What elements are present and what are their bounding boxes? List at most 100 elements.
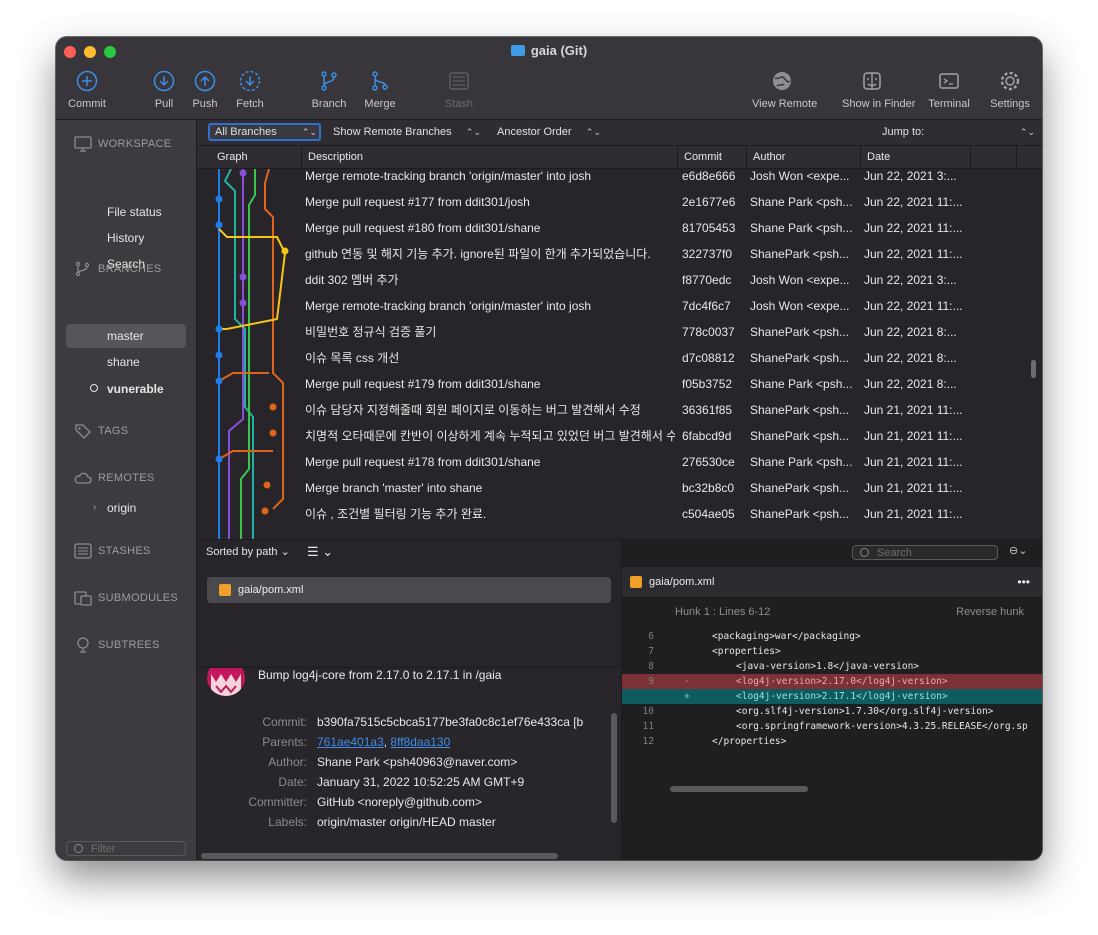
commit-node (239, 299, 247, 307)
commit-row[interactable]: 이슈 담당자 지정해줄때 회원 페이지로 이동하는 버그 발견해서 수정 3636… (197, 397, 1017, 423)
commit-row[interactable]: Merge pull request #178 from ddit301/sha… (197, 449, 1017, 475)
commit-row[interactable]: 치명적 오타때문에 칸반이 이상하게 계속 누적되고 있었던 버그 발견해서 수… (197, 423, 1017, 449)
merge-button[interactable]: Merge (350, 70, 410, 110)
diff-line[interactable]: 11 <org.springframework-version>4.3.25.RE… (622, 719, 1042, 734)
select-arrow-icon: ⌃⌄ (1019, 127, 1035, 137)
commit-author: Shane Park <psh... (750, 377, 853, 391)
commit-description: 이슈 , 조건별 필터링 기능 추가 완료. (305, 507, 487, 521)
commit-details-hscrollbar[interactable] (201, 853, 558, 859)
diff-line[interactable]: 10 <org.slf4j-version>1.7.30</org.slf4j-v… (622, 704, 1042, 719)
fetch-button[interactable]: Fetch (220, 70, 280, 110)
show-in-finder-button[interactable]: Show in Finder (842, 70, 915, 110)
commit-author: ShanePark <psh... (750, 429, 850, 443)
folder-icon (510, 45, 525, 56)
submodule-icon (74, 591, 92, 606)
subtrees-label: SUBTREES (98, 638, 160, 651)
commit-row[interactable]: 비밀번호 정규식 검증 풀기 778c0037 ShanePark <psh... J… (197, 319, 1017, 345)
diff-line[interactable]: 12 </properties> (622, 734, 1042, 749)
commit-button[interactable]: Commit (57, 70, 117, 110)
commit-author: Josh Won <expe... (750, 273, 850, 287)
line-number: 7 (648, 646, 654, 657)
author-label: Author: (268, 755, 307, 769)
commit-date: Jun 22, 2021 3:... (864, 169, 957, 183)
list-view-icon[interactable]: ☰ ⌄ (307, 540, 333, 564)
commit-node (215, 455, 223, 463)
sidebar-filter-input[interactable]: Filter (66, 841, 186, 856)
commit-node (281, 247, 289, 255)
sidebar-item-shane[interactable]: shane (66, 350, 186, 374)
commit-description: ddit 302 멤버 추가 (305, 273, 399, 287)
commit-row[interactable]: Merge branch 'master' into shane bc32b8c0… (197, 475, 1017, 501)
sidebar-item-master[interactable]: master (66, 324, 186, 348)
commit-graph (215, 169, 289, 539)
sidebar-item-history[interactable]: History (66, 226, 186, 250)
commit-row[interactable]: Merge pull request #180 from ddit301/sha… (197, 215, 1017, 241)
column-extra-2[interactable] (1016, 146, 1042, 168)
sidebar-section-workspace[interactable]: WORKSPACE (74, 136, 171, 152)
commit-details-vscrollbar[interactable] (611, 713, 617, 823)
parent-link-1[interactable]: 761ae401a3 (317, 735, 384, 749)
view-remote-label: View Remote (752, 98, 818, 110)
commit-row[interactable]: 이슈 , 조건별 필터링 기능 추가 완료. c504ae05 ShanePark … (197, 501, 1017, 527)
diff-search-input[interactable]: Search (852, 545, 998, 560)
diff-line[interactable]: 9 - <log4j-version>2.17.0</log4j-version> (622, 674, 1042, 689)
commit-description: 이슈 담당자 지정해줄때 회원 페이지로 이동하는 버그 발견해서 수정 (305, 403, 641, 417)
commit-row[interactable]: Merge pull request #177 from ddit301/jos… (197, 189, 1017, 215)
order-select[interactable]: Ancestor Order ⌃⌄ (492, 123, 603, 141)
changed-file-row[interactable]: gaia/pom.xml (207, 577, 611, 603)
diff-options-icon[interactable]: ⊖⌄ (1009, 544, 1027, 557)
sidebar-section-remotes[interactable]: REMOTES (74, 470, 155, 486)
stash-button[interactable]: Stash (429, 70, 489, 110)
branch-filter-select[interactable]: All Branches ⌃⌄ (208, 123, 321, 141)
column-graph[interactable]: Graph (211, 146, 301, 168)
commit-row[interactable]: 이슈 목록 css 개선 d7c08812 ShanePark <psh... Jun… (197, 345, 1017, 371)
sort-dropdown[interactable]: Sorted by path ⌄ (206, 540, 290, 564)
cloud-icon (74, 472, 92, 484)
commit-row[interactable]: ddit 302 멤버 추가 f8770edc Josh Won <expe... J… (197, 267, 1017, 293)
sidebar-section-tags[interactable]: TAGS (74, 423, 128, 439)
parents-label: Parents: (262, 735, 307, 749)
commit-author: ShanePark <psh... (750, 247, 850, 261)
sidebar-section-branches[interactable]: BRANCHES (74, 261, 162, 277)
column-author[interactable]: Author (746, 146, 860, 168)
history-filter-bar: All Branches ⌃⌄ Show Remote Branches ⌃⌄ … (197, 120, 1042, 146)
commit-author: ShanePark <psh... (750, 507, 850, 521)
reverse-hunk-button[interactable]: Reverse hunk (956, 599, 1024, 625)
column-extra[interactable] (970, 146, 1016, 168)
author-row: Author: Shane Park <psh40963@naver.com> (197, 752, 617, 772)
jump-to-select[interactable]: Jump to: ⌃⌄ (877, 123, 1037, 141)
commit-row[interactable]: github 연동 및 해지 기능 추가. ignore된 파일이 한개 추가되… (197, 241, 1017, 267)
column-description[interactable]: Description (301, 146, 677, 168)
fetch-label: Fetch (236, 98, 264, 110)
commit-row[interactable]: Merge pull request #179 from ddit301/sha… (197, 371, 1017, 397)
commit-row[interactable]: Merge remote-tracking branch 'origin/mas… (197, 293, 1017, 319)
diff-code: 6 <packaging>war</packaging> 7 <properties>… (622, 629, 1042, 759)
column-commit[interactable]: Commit (677, 146, 746, 168)
sidebar-item-vunerable[interactable]: vunerable (66, 377, 186, 401)
diff-line[interactable]: 7 <properties> (622, 644, 1042, 659)
more-options-icon[interactable]: ••• (1017, 567, 1030, 597)
terminal-button[interactable]: Terminal (919, 70, 979, 110)
column-date[interactable]: Date (860, 146, 970, 168)
window-title: gaia (Git) (56, 43, 1042, 58)
graph-lane-orange (264, 169, 284, 510)
remote-branches-select[interactable]: Show Remote Branches ⌃⌄ (328, 123, 483, 141)
hunk-header: Hunk 1 : Lines 6-12 Reverse hunk (668, 599, 1038, 625)
view-remote-button[interactable]: View Remote (752, 70, 818, 110)
diff-line[interactable]: + <log4j-version>2.17.1</log4j-version> (622, 689, 1042, 704)
sidebar-section-stashes[interactable]: STASHES (74, 543, 151, 559)
parent-link-2[interactable]: 8ff8daa130 (390, 735, 450, 749)
sidebar-item-origin[interactable]: › origin (66, 496, 186, 520)
sidebar-section-submodules[interactable]: SUBMODULES (74, 590, 178, 606)
diff-line[interactable]: 8 <java-version>1.8</java-version> (622, 659, 1042, 674)
sidebar-section-subtrees[interactable]: SUBTREES (74, 637, 160, 653)
tags-label: TAGS (98, 424, 129, 437)
settings-button[interactable]: Settings (980, 70, 1040, 110)
commit-list-scrollbar[interactable] (1031, 360, 1036, 378)
commit-row[interactable]: Merge remote-tracking branch 'origin/mas… (197, 169, 1017, 189)
sidebar-item-file-status[interactable]: File status (66, 200, 186, 224)
diff-hscrollbar[interactable] (670, 786, 808, 792)
diff-line[interactable]: 6 <packaging>war</packaging> (622, 629, 1042, 644)
labels-label: Labels: (268, 815, 307, 829)
commit-list: Merge remote-tracking branch 'origin/mas… (197, 169, 1017, 539)
